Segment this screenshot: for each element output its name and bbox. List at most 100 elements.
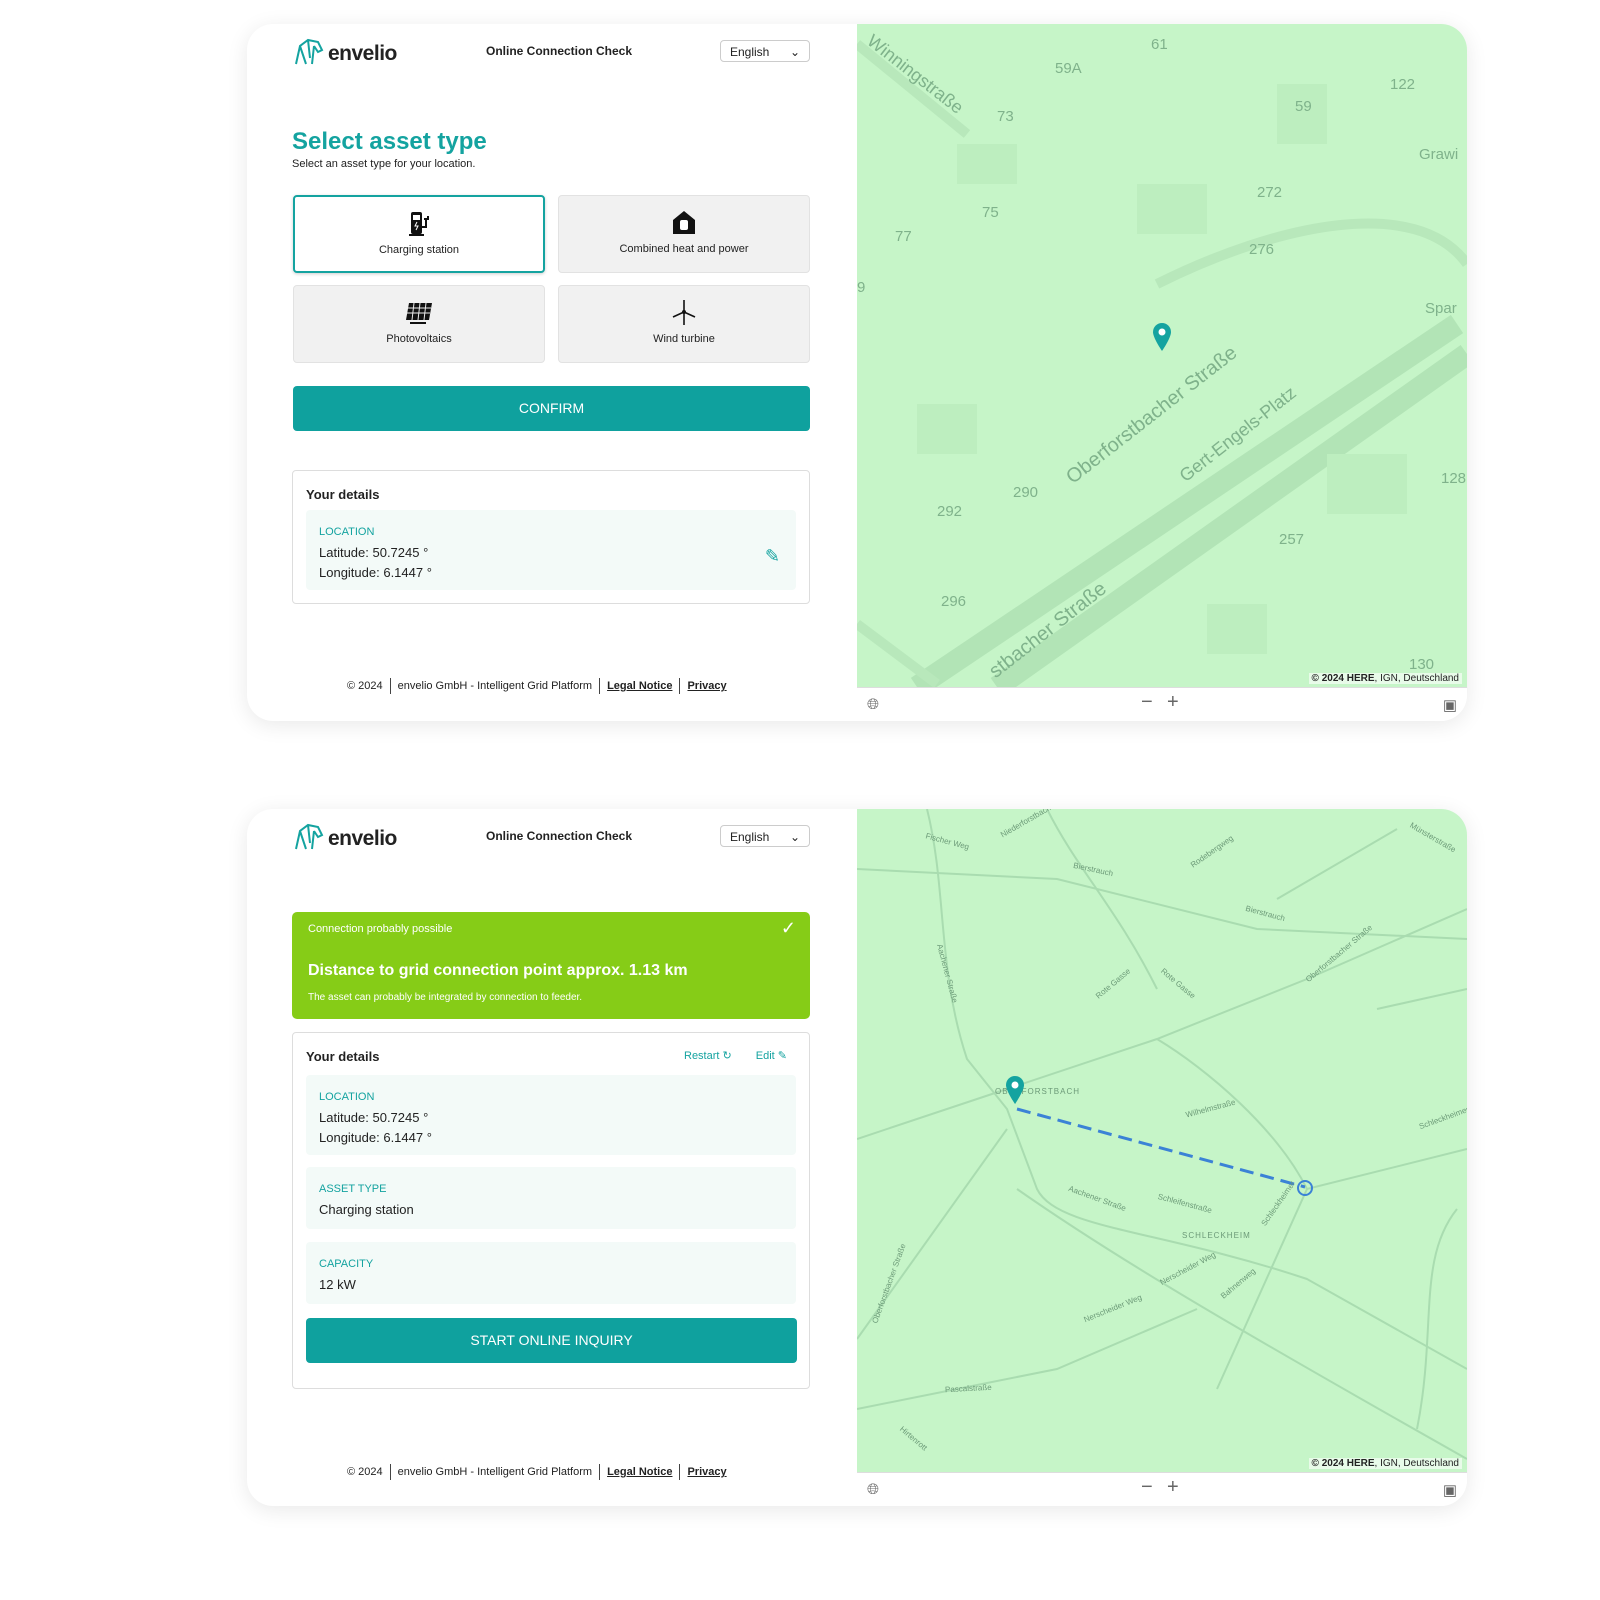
map-view[interactable]: Fischer Weg Niederforstbacher Bierstrauc… bbox=[857, 809, 1467, 1472]
envelio-logo[interactable]: envelio bbox=[292, 36, 397, 66]
house-number: 130 bbox=[1409, 656, 1435, 673]
company-name: envelio GmbH - Intelligent Grid Platform bbox=[397, 1466, 593, 1478]
globe-icon[interactable]: 🌐︎ bbox=[867, 1481, 879, 1498]
house-number: 292 bbox=[937, 503, 963, 520]
app-title: Online Connection Check bbox=[486, 829, 633, 843]
asset-tile-photovoltaics[interactable]: Photovoltaics bbox=[293, 285, 545, 363]
asset-type-label: ASSET TYPE bbox=[319, 1183, 387, 1195]
house-number: 61 bbox=[1151, 36, 1168, 53]
street-label: Spar bbox=[1425, 300, 1457, 317]
map-toolbar: 🌐︎ − + ▣ bbox=[857, 687, 1467, 721]
privacy-link[interactable]: Privacy bbox=[687, 680, 726, 692]
location-box: LOCATION Latitude: 50.7245 ° Longitude: … bbox=[306, 1075, 796, 1155]
solar-panel-icon bbox=[406, 302, 432, 324]
result-note: The asset can probably be integrated by … bbox=[308, 992, 583, 1003]
asset-label: Photovoltaics bbox=[386, 333, 452, 345]
house-number: 73 bbox=[997, 108, 1014, 125]
house-number: 257 bbox=[1279, 531, 1305, 548]
page-subtitle: Select an asset type for your location. bbox=[292, 158, 476, 170]
location-pin-icon[interactable] bbox=[1152, 322, 1172, 352]
map-layers-icon[interactable]: ▣ bbox=[1443, 696, 1457, 714]
asset-tile-charging-station[interactable]: Charging station bbox=[293, 195, 545, 273]
asset-label: Combined heat and power bbox=[619, 243, 749, 255]
result-screen: envelio Online Connection Check English ⌄… bbox=[247, 809, 1467, 1506]
start-online-inquiry-button[interactable]: START ONLINE INQUIRY bbox=[306, 1318, 797, 1363]
your-details-card: Your details Restart ↻ Edit ✎ LOCATION L… bbox=[292, 1032, 810, 1389]
confirm-button[interactable]: CONFIRM bbox=[293, 386, 810, 431]
footer: © 2024 envelio GmbH - Intelligent Grid P… bbox=[347, 678, 727, 694]
zoom-in-icon[interactable]: + bbox=[1167, 1476, 1179, 1499]
house-number: 296 bbox=[941, 593, 967, 610]
privacy-link[interactable]: Privacy bbox=[687, 1466, 726, 1478]
longitude-value: Longitude: 6.1447 ° bbox=[319, 1130, 432, 1145]
map-streets bbox=[857, 40, 1467, 687]
zoom-out-icon[interactable]: − bbox=[1141, 691, 1153, 714]
language-select[interactable]: English ⌄ bbox=[720, 40, 810, 62]
asset-tile-chp[interactable]: Combined heat and power bbox=[558, 195, 810, 273]
globe-icon[interactable]: 🌐︎ bbox=[867, 696, 879, 713]
house-number: 272 bbox=[1257, 184, 1283, 201]
capacity-value: 12 kW bbox=[319, 1277, 356, 1292]
asset-type-box: ASSET TYPE Charging station bbox=[306, 1167, 796, 1229]
house-number: 59A bbox=[1055, 60, 1082, 77]
asset-selection-screen: envelio Online Connection Check English ⌄… bbox=[247, 24, 1467, 721]
legal-notice-link[interactable]: Legal Notice bbox=[607, 680, 672, 692]
asset-label: Wind turbine bbox=[653, 333, 715, 345]
elephant-logo-icon bbox=[295, 823, 324, 850]
page-title: Select asset type bbox=[292, 128, 487, 155]
edit-button[interactable]: Edit ✎ bbox=[756, 1049, 787, 1062]
capacity-label: CAPACITY bbox=[319, 1258, 374, 1270]
street-label: Grawi bbox=[1419, 146, 1459, 163]
restart-button[interactable]: Restart ↻ bbox=[684, 1049, 732, 1062]
map-layers-icon[interactable]: ▣ bbox=[1443, 1481, 1457, 1499]
latitude-value: Latitude: 50.7245 ° bbox=[319, 1110, 429, 1125]
asset-label: Charging station bbox=[378, 244, 460, 256]
asset-type-value: Charging station bbox=[319, 1202, 414, 1217]
map-attribution: © 2024 HERE, IGN, Deutschland bbox=[1308, 673, 1462, 684]
zoom-out-icon[interactable]: − bbox=[1141, 1476, 1153, 1499]
location-pin-icon[interactable] bbox=[1005, 1075, 1025, 1105]
app-title: Online Connection Check bbox=[486, 44, 633, 58]
location-label: LOCATION bbox=[319, 1091, 375, 1103]
house-number: 77 bbox=[895, 228, 912, 245]
map-streets bbox=[857, 809, 1467, 1460]
asset-tile-wind-turbine[interactable]: Wind turbine bbox=[558, 285, 810, 363]
footer: © 2024 envelio GmbH - Intelligent Grid P… bbox=[347, 1464, 727, 1480]
details-title: Your details bbox=[306, 487, 380, 502]
result-status: Connection probably possible bbox=[308, 923, 453, 935]
house-number: 75 bbox=[982, 204, 999, 221]
language-value: English bbox=[730, 830, 770, 844]
language-select[interactable]: English ⌄ bbox=[720, 825, 810, 847]
restart-icon: ↻ bbox=[722, 1050, 732, 1062]
map-view[interactable]: Winningstraße Oberforstbacher Straße Ger… bbox=[857, 24, 1467, 687]
envelio-logo[interactable]: envelio bbox=[292, 821, 397, 851]
side-panel: envelio Online Connection Check English ⌄… bbox=[247, 809, 857, 1506]
side-panel: envelio Online Connection Check English ⌄… bbox=[247, 24, 857, 721]
result-headline: Distance to grid connection point approx… bbox=[308, 962, 688, 979]
result-banner: Connection probably possible ✓ Distance … bbox=[292, 912, 810, 1019]
house-number: 122 bbox=[1390, 76, 1416, 93]
longitude-value: Longitude: 6.1447 ° bbox=[319, 565, 432, 580]
house-number: 9 bbox=[857, 279, 866, 296]
edit-pencil-icon[interactable]: ✎ bbox=[765, 546, 780, 566]
location-label: LOCATION bbox=[319, 526, 375, 538]
your-details-card: Your details LOCATION Latitude: 50.7245 … bbox=[292, 470, 810, 604]
zoom-in-icon[interactable]: + bbox=[1167, 691, 1179, 714]
house-number: 290 bbox=[1013, 484, 1039, 501]
copyright: © 2024 bbox=[347, 680, 383, 692]
checkmark-icon: ✓ bbox=[780, 918, 796, 938]
details-title: Your details bbox=[306, 1049, 380, 1064]
capacity-box: CAPACITY 12 kW bbox=[306, 1242, 796, 1304]
map-toolbar: 🌐︎ − + ▣ bbox=[857, 1472, 1467, 1506]
chp-house-icon bbox=[673, 211, 695, 234]
elephant-logo-icon bbox=[295, 38, 324, 65]
chevron-down-icon: ⌄ bbox=[789, 45, 800, 59]
location-box: LOCATION Latitude: 50.7245 ° Longitude: … bbox=[306, 510, 796, 590]
house-number: 128 bbox=[1441, 470, 1467, 487]
map-label: SCHLECKHEIM bbox=[1182, 1231, 1251, 1240]
company-name: envelio GmbH - Intelligent Grid Platform bbox=[397, 680, 593, 692]
wind-turbine-icon bbox=[672, 300, 696, 325]
pencil-icon: ✎ bbox=[777, 1050, 787, 1062]
charging-station-icon bbox=[409, 212, 429, 236]
legal-notice-link[interactable]: Legal Notice bbox=[607, 1466, 672, 1478]
